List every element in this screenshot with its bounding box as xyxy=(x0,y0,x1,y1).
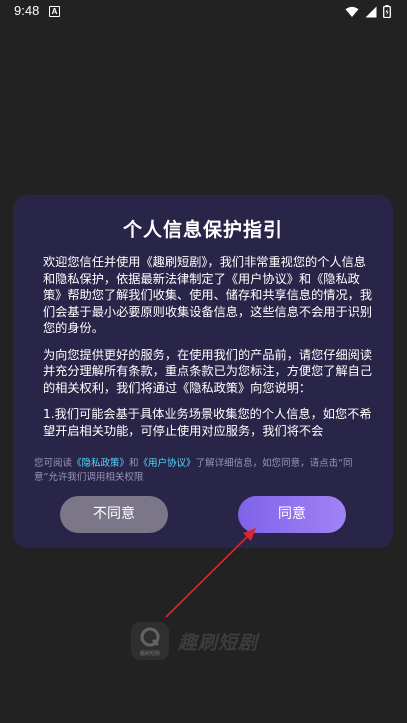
disagree-button[interactable]: 不同意 xyxy=(60,496,168,533)
app-logo: 趣刷短剧 xyxy=(131,622,169,660)
notification-icon: A xyxy=(49,6,60,17)
status-icons xyxy=(345,5,391,18)
wifi-icon xyxy=(345,6,359,17)
privacy-dialog: 个人信息保护指引 欢迎您信任并使用《趣刷短剧》，我们非常重视您的个人信息和隐私保… xyxy=(13,195,393,548)
dialog-title: 个人信息保护指引 xyxy=(122,219,283,241)
user-agreement-link[interactable]: 《用户协议》 xyxy=(139,458,196,469)
agree-button[interactable]: 同意 xyxy=(238,496,346,533)
dialog-paragraph: 欢迎您信任并使用《趣刷短剧》，我们非常重视您的个人信息和隐私保护，依据最新法律制… xyxy=(43,255,373,335)
status-bar: 9:48 A xyxy=(0,0,407,24)
dialog-body-scroll[interactable]: 欢迎您信任并使用《趣刷短剧》，我们非常重视您的个人信息和隐私保护，依据最新法律制… xyxy=(43,254,373,449)
privacy-policy-link[interactable]: 《隐私政策》 xyxy=(72,458,129,469)
battery-icon xyxy=(383,5,391,18)
notice-and: 和 xyxy=(129,458,139,469)
dialog-paragraph: 1.我们可能会基于具体业务场景收集您的个人信息，如您不希望开启相关功能，可停止使… xyxy=(43,407,372,438)
dialog-paragraph: 为向您提供更好的服务，在使用我们的产品前，请您仔细阅读并充分理解所有条款，重点条… xyxy=(43,347,373,395)
status-time: 9:48 xyxy=(14,3,40,18)
cellular-signal-icon xyxy=(365,6,377,17)
consent-notice: 您可阅读《隐私政策》和《用户协议》了解详细信息，如您同意，请点击“同意”允许我们… xyxy=(34,457,374,485)
app-logo-label: 趣刷短剧 xyxy=(139,651,160,657)
notice-prefix: 您可阅读 xyxy=(34,458,73,469)
app-name: 趣刷短剧 xyxy=(178,632,259,654)
